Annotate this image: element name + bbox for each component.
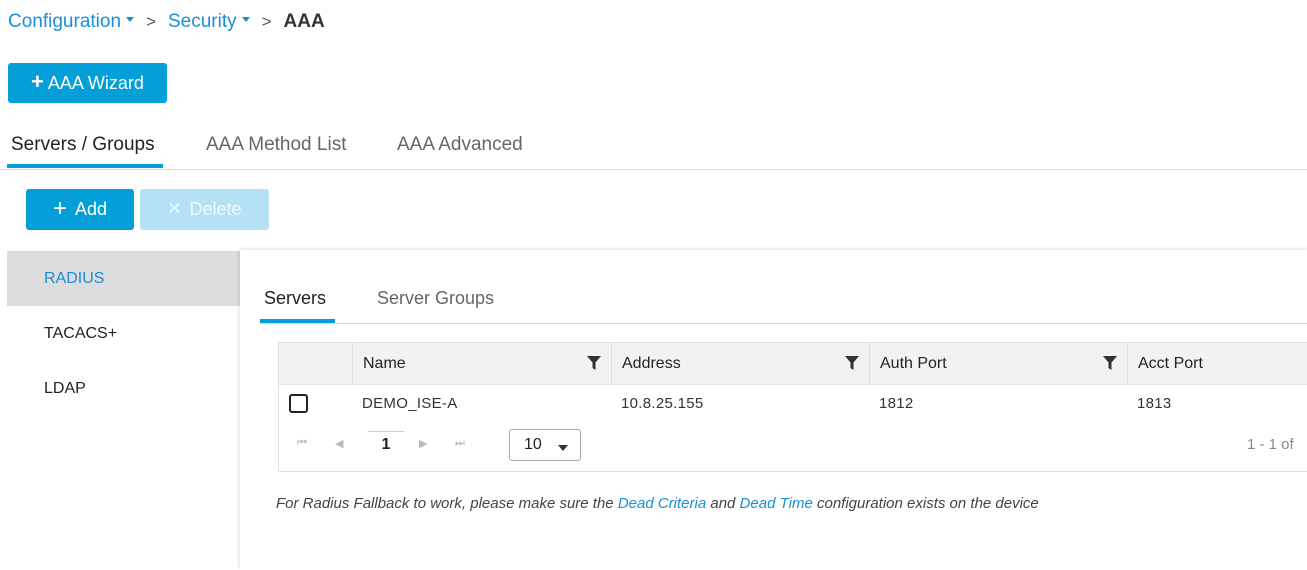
breadcrumb: Configuration > Security > AAA bbox=[8, 9, 325, 35]
cell-address: 10.8.25.155 bbox=[621, 394, 704, 412]
page-size-select[interactable]: 10 bbox=[509, 429, 581, 461]
cell-name: DEMO_ISE-A bbox=[362, 394, 458, 412]
row-checkbox[interactable] bbox=[289, 394, 308, 413]
delete-button-label: Delete bbox=[189, 199, 242, 219]
fallback-note: For Radius Fallback to work, please make… bbox=[276, 495, 1039, 512]
sidebar-item-ldap[interactable]: LDAP bbox=[7, 361, 240, 416]
breadcrumb-security[interactable]: Security bbox=[168, 11, 250, 33]
sidebar-item-label: TACACS+ bbox=[44, 324, 118, 342]
filter-icon[interactable] bbox=[1103, 356, 1117, 370]
note-text: For Radius Fallback to work, please make… bbox=[276, 495, 618, 512]
sub-tabs: Servers Server Groups bbox=[260, 288, 1307, 324]
delete-button[interactable]: × Delete bbox=[140, 189, 269, 230]
dead-time-link[interactable]: Dead Time bbox=[740, 495, 813, 512]
breadcrumb-configuration[interactable]: Configuration bbox=[8, 11, 135, 33]
tab-servers[interactable]: Servers bbox=[264, 288, 326, 309]
note-text: configuration exists on the device bbox=[812, 495, 1039, 512]
column-header-label: Name bbox=[363, 354, 406, 372]
tab-servers-groups[interactable]: Servers / Groups bbox=[11, 134, 155, 156]
page-size-value: 10 bbox=[524, 436, 542, 453]
select-column-header bbox=[279, 343, 352, 384]
active-subtab-indicator bbox=[260, 319, 335, 323]
filter-icon[interactable] bbox=[587, 356, 601, 370]
content-panel: Servers Server Groups Name Address Auth … bbox=[240, 250, 1307, 570]
sidebar-item-radius[interactable]: RADIUS bbox=[7, 251, 240, 306]
active-tab-indicator bbox=[7, 164, 163, 168]
first-page-icon[interactable]: ⏮ bbox=[297, 437, 307, 450]
column-header-label: Address bbox=[622, 354, 681, 372]
breadcrumb-security-label: Security bbox=[167, 11, 237, 32]
chevron-down-icon bbox=[558, 445, 568, 451]
caret-down-icon bbox=[241, 16, 250, 22]
tab-aaa-advanced[interactable]: AAA Advanced bbox=[397, 134, 523, 156]
breadcrumb-configuration-label: Configuration bbox=[8, 11, 122, 32]
aaa-wizard-button[interactable]: + AAA Wizard bbox=[8, 63, 167, 103]
note-text: and bbox=[706, 495, 740, 512]
add-button-label: Add bbox=[74, 199, 108, 219]
column-header-auth-port[interactable]: Auth Port bbox=[869, 343, 1127, 384]
breadcrumb-current: AAA bbox=[283, 11, 325, 32]
plus-icon: + bbox=[31, 69, 44, 94]
sidebar-item-tacacs[interactable]: TACACS+ bbox=[7, 306, 240, 361]
plus-icon: + bbox=[52, 194, 67, 222]
breadcrumb-separator: > bbox=[146, 12, 156, 31]
table-row[interactable]: DEMO_ISE-A 10.8.25.155 1812 1813 bbox=[279, 384, 1307, 422]
servers-table: Name Address Auth Port Acct Port DEMO_IS… bbox=[278, 342, 1307, 472]
sidebar-item-label: LDAP bbox=[44, 379, 86, 397]
aaa-wizard-label: AAA Wizard bbox=[47, 72, 144, 93]
table-header: Name Address Auth Port Acct Port bbox=[279, 343, 1307, 385]
cell-auth-port: 1812 bbox=[879, 394, 914, 412]
column-header-name[interactable]: Name bbox=[352, 343, 611, 384]
column-header-address[interactable]: Address bbox=[611, 343, 869, 384]
cell-acct-port: 1813 bbox=[1137, 394, 1172, 412]
add-button[interactable]: + Add bbox=[26, 189, 134, 230]
column-header-label: Acct Port bbox=[1138, 354, 1203, 372]
page-range: 1 - 1 of bbox=[1247, 436, 1294, 453]
sidebar-item-label: RADIUS bbox=[44, 269, 105, 287]
dead-criteria-link[interactable]: Dead Criteria bbox=[618, 495, 706, 512]
close-icon: × bbox=[167, 194, 182, 222]
tab-aaa-method-list[interactable]: AAA Method List bbox=[206, 134, 346, 156]
prev-page-icon[interactable]: ◀ bbox=[335, 437, 343, 450]
column-header-label: Auth Port bbox=[880, 354, 947, 372]
next-page-icon[interactable]: ▶ bbox=[419, 437, 427, 450]
column-header-acct-port[interactable]: Acct Port bbox=[1127, 343, 1307, 384]
top-tabs: Servers / Groups AAA Method List AAA Adv… bbox=[0, 128, 1307, 170]
last-page-icon[interactable]: ⏭ bbox=[455, 437, 465, 450]
current-page[interactable]: 1 bbox=[368, 431, 404, 458]
pager: ⏮ ◀ 1 ▶ ⏭ 10 1 - 1 of bbox=[279, 427, 1307, 467]
filter-icon[interactable] bbox=[845, 356, 859, 370]
tab-server-groups[interactable]: Server Groups bbox=[377, 288, 494, 309]
caret-down-icon bbox=[126, 16, 135, 22]
breadcrumb-separator: > bbox=[261, 12, 272, 31]
